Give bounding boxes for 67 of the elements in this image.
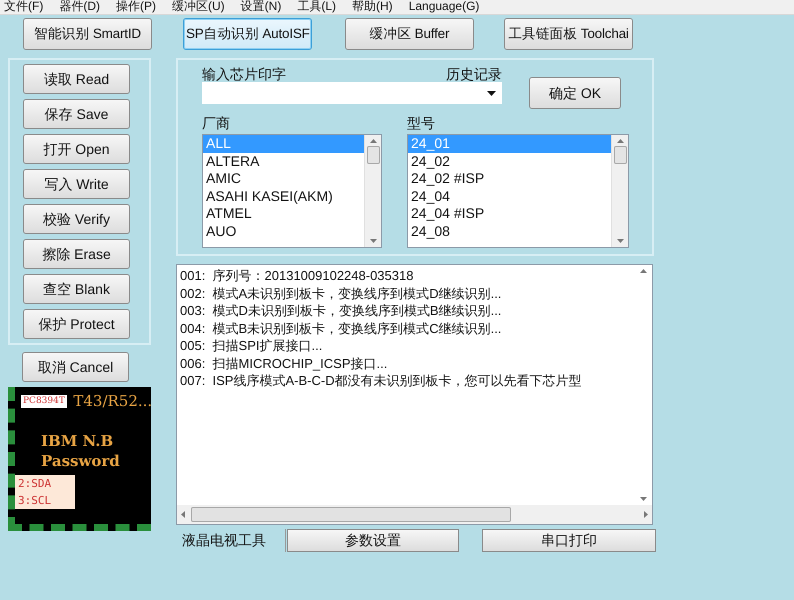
action-button[interactable]: 查空 Blank <box>23 274 130 304</box>
action-button[interactable]: 写入 Write <box>23 169 130 199</box>
log-line: 001: 序列号：20131009102248-035318 <box>180 267 414 284</box>
list-label: 型号 <box>407 115 436 131</box>
menu-item[interactable]: Language(G) <box>408 0 480 14</box>
list-label: 厂商 <box>202 115 231 131</box>
list-item[interactable]: 24_08 <box>408 222 611 240</box>
chip-title: IBM N.B <box>41 430 114 450</box>
toolbar-button[interactable]: SP自动识别 AutoISF <box>183 18 312 50</box>
log-line: 004: 模式B未识别到板卡，变换线序到模式C继续识别... <box>180 320 502 337</box>
toolbar-button[interactable]: 工具链面板 Toolchai <box>504 18 633 50</box>
bottom-tab-button[interactable]: 参数设置 <box>287 529 459 552</box>
action-button[interactable]: 打开 Open <box>23 134 130 164</box>
history-label: 历史记录 <box>446 66 502 82</box>
tool-label: 液晶电视工具 <box>176 529 286 552</box>
list-item[interactable]: AUO <box>203 222 364 240</box>
menu-item[interactable]: 操作(P) <box>116 0 156 14</box>
field-label: 输入芯片印字 <box>202 66 286 82</box>
toolbar-button[interactable]: 缓冲区 Buffer <box>345 18 474 50</box>
scroll-down-arrow-icon[interactable] <box>640 497 647 501</box>
horizontal-scrollbar[interactable] <box>177 505 652 524</box>
scroll-up-arrow-icon[interactable] <box>616 139 624 143</box>
list-item[interactable]: 24_02 #ISP <box>408 170 611 188</box>
action-button[interactable]: 读取 Read <box>23 64 130 94</box>
pin-label: 3:SCL <box>17 492 52 508</box>
scroll-down-arrow-icon[interactable] <box>370 239 376 243</box>
toolbar-button[interactable]: 智能识别 SmartID <box>23 18 152 50</box>
vertical-scrollbar[interactable] <box>611 135 628 247</box>
action-button[interactable]: 校验 Verify <box>23 204 130 234</box>
bottom-tab-button[interactable]: 串口打印 <box>482 529 656 552</box>
menu-item[interactable]: 设置(N) <box>240 0 282 14</box>
menu-item[interactable]: 工具(L) <box>297 0 336 14</box>
scrollbar-thumb[interactable] <box>366 146 380 164</box>
list-item[interactable]: ATMEL <box>203 205 364 222</box>
log-line: 005: 扫描SPI扩展接口... <box>180 337 324 354</box>
list-item[interactable]: 24_04 <box>408 188 611 205</box>
chip-model: T43/R52... <box>73 391 152 412</box>
list-item[interactable]: 24_04 #ISP <box>408 205 611 222</box>
action-button[interactable]: 擦除 Erase <box>23 239 130 269</box>
ok-button[interactable]: 确定 OK <box>529 77 621 109</box>
chip-marking: PC8394T <box>21 394 67 408</box>
scroll-up-arrow-icon[interactable] <box>370 139 376 143</box>
menu-item[interactable]: 缓冲区(U) <box>172 0 225 14</box>
pin-label: 2:SDA <box>17 476 52 492</box>
log-line: 006: 扫描MICROCHIP_ICSP接口... <box>180 354 388 372</box>
scroll-up-arrow-icon[interactable] <box>640 269 647 273</box>
action-button[interactable]: 保护 Protect <box>23 309 130 339</box>
menu-item[interactable]: 文件(F) <box>4 0 44 14</box>
chip-title: Password <box>41 450 121 470</box>
menu-item[interactable]: 帮助(H) <box>352 0 393 14</box>
log-line: 007: ISP线序模式A-B-C-D都没有未识别到板卡，您可以先看下芯片型 <box>180 372 583 390</box>
scroll-down-arrow-icon[interactable] <box>616 239 624 243</box>
log-line: 003: 模式D未识别到板卡，变换线序到模式B继续识别... <box>180 302 502 320</box>
log-line: 002: 模式A未识别到板卡，变换线序到模式D继续识别... <box>180 284 502 302</box>
menu-item[interactable]: 器件(D) <box>59 0 100 14</box>
scrollbar-thumb[interactable] <box>191 507 511 522</box>
list-item[interactable]: 24_02 <box>408 152 611 170</box>
scroll-left-arrow-icon[interactable] <box>181 511 185 518</box>
scroll-right-arrow-icon[interactable] <box>644 511 648 518</box>
vertical-scrollbar[interactable] <box>364 135 381 247</box>
list-item[interactable]: ASAHI KASEI(AKM) <box>203 188 364 205</box>
dropdown-arrow-icon <box>487 90 496 96</box>
cancel-button[interactable]: 取消 Cancel <box>22 352 129 382</box>
list-item[interactable]: ALTERA <box>203 152 364 170</box>
list-item[interactable]: AMIC <box>203 170 364 188</box>
action-button[interactable]: 保存 Save <box>23 99 130 129</box>
scrollbar-thumb[interactable] <box>614 146 626 164</box>
